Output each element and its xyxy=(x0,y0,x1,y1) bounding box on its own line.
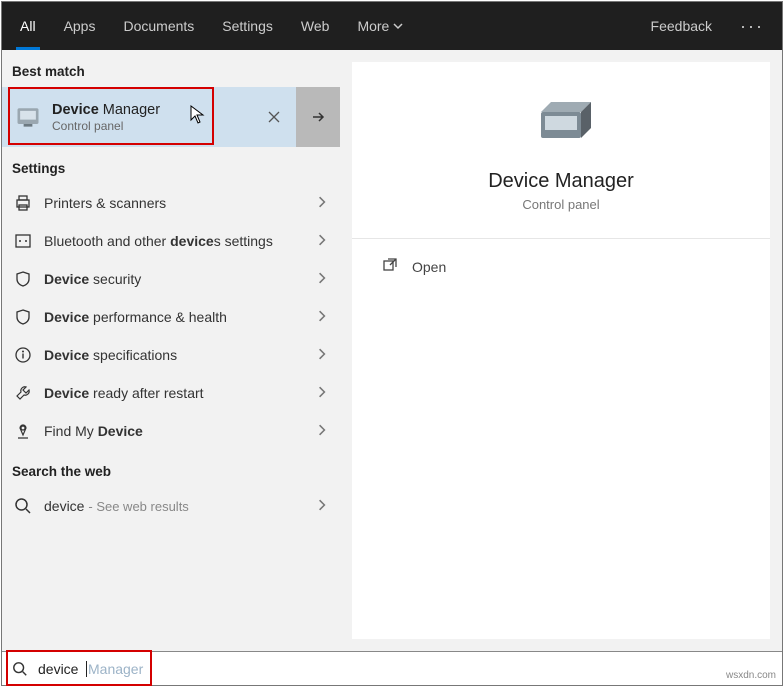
chevron-right-icon xyxy=(316,271,328,287)
settings-item-label: Device security xyxy=(44,271,304,287)
open-preview-button[interactable] xyxy=(296,87,340,147)
settings-item-5[interactable]: Device ready after restart xyxy=(2,374,340,412)
best-match-subtitle: Control panel xyxy=(52,119,160,133)
close-button[interactable] xyxy=(252,87,296,147)
tab-documents[interactable]: Documents xyxy=(109,2,208,50)
chevron-down-icon xyxy=(393,18,403,34)
settings-item-label: Device performance & health xyxy=(44,309,304,325)
wrench-icon xyxy=(14,384,32,402)
settings-item-label: Printers & scanners xyxy=(44,195,304,211)
cursor-icon xyxy=(190,105,206,130)
settings-item-6[interactable]: Find My Device xyxy=(2,412,340,450)
settings-item-3[interactable]: Device performance & health xyxy=(2,298,340,336)
open-action[interactable]: Open xyxy=(382,257,740,276)
tab-settings[interactable]: Settings xyxy=(208,2,287,50)
open-label: Open xyxy=(412,259,446,275)
open-icon xyxy=(382,257,398,276)
settings-item-label: Bluetooth and other devices settings xyxy=(44,233,304,249)
best-match-title: Device Manager xyxy=(52,102,160,118)
chevron-right-icon xyxy=(316,498,328,514)
printer-icon xyxy=(14,194,32,212)
section-settings: Settings xyxy=(2,147,340,184)
chevron-right-icon xyxy=(316,195,328,211)
locate-icon xyxy=(14,422,32,440)
tab-more[interactable]: More xyxy=(343,2,417,50)
settings-item-2[interactable]: Device security xyxy=(2,260,340,298)
preview-subtitle: Control panel xyxy=(522,197,599,212)
settings-item-4[interactable]: Device specifications xyxy=(2,336,340,374)
search-icon xyxy=(2,661,38,677)
top-tab-bar: All Apps Documents Settings Web More Fee… xyxy=(2,2,782,50)
shield-icon xyxy=(14,270,32,288)
info-icon xyxy=(14,346,32,364)
best-match-item[interactable]: Device Manager Control panel xyxy=(2,87,252,147)
tab-more-label: More xyxy=(357,18,389,34)
shield-icon xyxy=(14,308,32,326)
tab-all[interactable]: All xyxy=(6,2,50,50)
chevron-right-icon xyxy=(316,423,328,439)
settings-item-0[interactable]: Printers & scanners xyxy=(2,184,340,222)
chevron-right-icon xyxy=(316,233,328,249)
watermark: wsxdn.com xyxy=(726,670,776,681)
feedback-link[interactable]: Feedback xyxy=(637,18,726,34)
device-manager-large-icon xyxy=(531,92,591,152)
chevron-right-icon xyxy=(316,309,328,325)
tab-apps[interactable]: Apps xyxy=(50,2,110,50)
preview-title: Device Manager xyxy=(488,170,634,193)
settings-item-label: Device ready after restart xyxy=(44,385,304,401)
search-autocomplete-ghost: Manager xyxy=(86,661,143,677)
preview-panel: Device Manager Control panel Open xyxy=(340,50,782,651)
search-icon xyxy=(14,497,32,515)
results-panel: Best match Device Manager Control panel xyxy=(2,50,340,651)
bluetooth-icon xyxy=(14,232,32,250)
section-best-match: Best match xyxy=(2,50,340,87)
chevron-right-icon xyxy=(316,347,328,363)
settings-item-label: Find My Device xyxy=(44,423,304,439)
search-input[interactable] xyxy=(38,658,86,680)
device-manager-icon xyxy=(14,103,42,131)
settings-item-label: Device specifications xyxy=(44,347,304,363)
chevron-right-icon xyxy=(316,385,328,401)
search-bar[interactable]: Manager xyxy=(2,651,782,685)
section-search-web: Search the web xyxy=(2,450,340,487)
best-match-row: Device Manager Control panel xyxy=(2,87,340,147)
web-result-text: device - See web results xyxy=(44,498,304,514)
web-result-item[interactable]: device - See web results xyxy=(2,487,340,525)
settings-item-1[interactable]: Bluetooth and other devices settings xyxy=(2,222,340,260)
tab-web[interactable]: Web xyxy=(287,2,344,50)
overflow-menu-icon[interactable]: ··· xyxy=(726,16,778,37)
